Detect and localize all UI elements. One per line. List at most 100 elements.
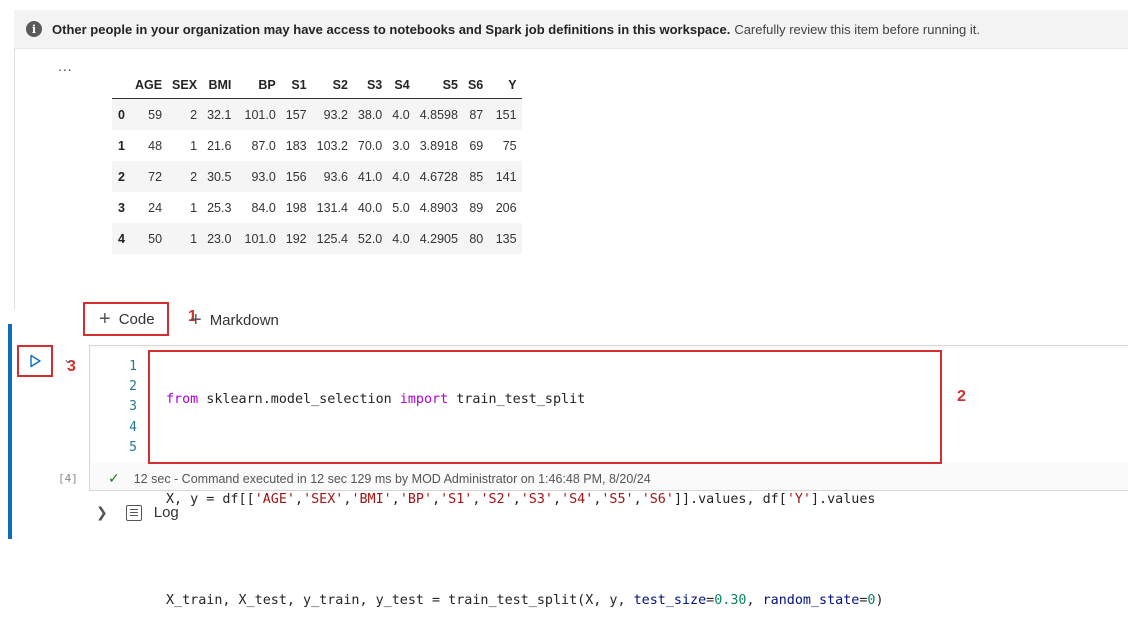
table-cell: 1 [190, 231, 198, 246]
plus-icon: + [190, 309, 202, 331]
table-cell: 3.8918 [419, 138, 458, 153]
code-line-3: X, y = df[['AGE','SEX','BMI','BP','S1','… [166, 492, 876, 508]
table-cell: 157 [285, 107, 307, 122]
log-toggle[interactable]: ❯ Log [96, 504, 179, 521]
table-cell: 30.5 [207, 169, 232, 184]
table-cell: 72 [148, 169, 163, 184]
table-cell: 4.2905 [419, 231, 458, 246]
table-cell: 70.0 [357, 138, 383, 153]
table-cell: 101.0 [244, 107, 276, 122]
table-cell: 4.0 [392, 107, 410, 122]
table-row: 0 59 2 32.1 101.0 157 93.2 38.0 4.0 4.85… [112, 98, 522, 130]
table-cell: 93.2 [323, 107, 348, 122]
banner-bold-text: Other people in your organization may ha… [52, 21, 731, 37]
active-cell-indicator [8, 324, 12, 539]
column-header: BMI [202, 72, 237, 99]
table-cell: 24 [148, 200, 163, 215]
table-cell: 4.0 [392, 231, 410, 246]
play-icon [30, 354, 41, 368]
table-cell: 93.0 [251, 169, 276, 184]
column-header: S4 [387, 72, 415, 99]
table-cell: 48 [148, 138, 163, 153]
code-highlight-box [148, 350, 942, 464]
info-banner: i Other people in your organization may … [14, 10, 1128, 49]
table-cell: 80 [469, 231, 484, 246]
row-index: 3 [118, 200, 125, 215]
column-header: S1 [280, 72, 312, 99]
table-cell: 3.0 [392, 138, 410, 153]
table-cell: 69 [469, 138, 484, 153]
table-cell: 206 [495, 200, 517, 215]
add-code-label: Code [118, 310, 155, 328]
table-cell: 135 [495, 231, 517, 246]
checkmark-icon: ✓ [108, 470, 120, 486]
table-cell: 2 [190, 107, 198, 122]
table-cell: 4.8598 [419, 107, 458, 122]
row-index: 0 [118, 107, 125, 122]
table-cell: 87.0 [251, 138, 276, 153]
table-cell: 125.4 [316, 231, 348, 246]
code-line-5: X_train, X_test, y_train, y_test = train… [166, 592, 884, 608]
table-cell: 89 [469, 200, 484, 215]
table-cell: 192 [285, 231, 307, 246]
table-cell: 4.6728 [419, 169, 458, 184]
table-cell: 84.0 [251, 200, 276, 215]
run-cell-button[interactable] [17, 345, 53, 377]
log-label: Log [153, 504, 179, 521]
table-cell: 52.0 [357, 231, 383, 246]
cell-status: ✓ 12 sec - Command executed in 12 sec 12… [108, 470, 651, 487]
table-cell: 23.0 [207, 231, 232, 246]
table-cell: 59 [148, 107, 163, 122]
line-number: 3 [129, 399, 137, 415]
dataframe-output-table: AGE SEX BMI BP S1 S2 S3 S4 S5 S6 Y 0 59 … [112, 72, 522, 254]
table-cell: 101.0 [244, 231, 276, 246]
log-icon [125, 504, 142, 521]
table-cell: 151 [495, 107, 517, 122]
add-markdown-label: Markdown [209, 311, 279, 329]
table-cell: 2 [190, 169, 198, 184]
info-icon: i [26, 21, 42, 37]
table-cell: 4.8903 [419, 200, 458, 215]
line-number: 4 [129, 419, 137, 435]
table-cell: 103.2 [316, 138, 348, 153]
column-header: S5 [414, 72, 463, 99]
table-cell: 41.0 [357, 169, 383, 184]
chevron-right-icon: ❯ [96, 504, 108, 520]
add-markdown-cell-button[interactable]: + Markdown [190, 310, 279, 330]
column-header: S6 [462, 72, 489, 99]
banner-rest-text: Carefully review this item before runnin… [734, 21, 980, 37]
table-row: 2 72 2 30.5 93.0 156 93.6 41.0 4.0 4.672… [112, 161, 522, 192]
table-cell: 183 [285, 138, 307, 153]
table-cell: 32.1 [207, 107, 232, 122]
table-cell: 40.0 [357, 200, 383, 215]
column-header: BP [236, 72, 281, 99]
output-ellipsis[interactable]: ... [58, 58, 73, 74]
column-header: S3 [352, 72, 388, 99]
table-cell: 131.4 [316, 200, 348, 215]
table-cell: 4.0 [392, 169, 410, 184]
table-cell: 85 [469, 169, 484, 184]
status-text: 12 sec - Command executed in 12 sec 129 … [133, 471, 651, 486]
line-number: 2 [129, 379, 137, 395]
line-number: 1 [129, 359, 137, 374]
column-header: Y [488, 72, 522, 99]
table-header-row: AGE SEX BMI BP S1 S2 S3 S4 S5 S6 Y [112, 72, 522, 99]
table-cell: 198 [285, 200, 307, 215]
chevron-down-icon[interactable]: ⌄ [63, 352, 73, 366]
row-index: 1 [118, 138, 125, 153]
row-index: 4 [118, 231, 125, 246]
table-cell: 21.6 [207, 138, 232, 153]
table-row: 1 48 1 21.6 87.0 183 103.2 70.0 3.0 3.89… [112, 130, 522, 161]
annotation-2: 2 [957, 388, 966, 405]
table-cell: 50 [148, 231, 163, 246]
line-number-gutter: 1 2 3 4 5 [91, 357, 137, 458]
table-cell: 5.0 [392, 200, 410, 215]
column-header: SEX [167, 72, 203, 99]
row-index: 2 [118, 169, 125, 184]
table-row: 4 50 1 23.0 101.0 192 125.4 52.0 4.0 4.2… [112, 223, 522, 254]
table-cell: 141 [495, 169, 517, 184]
table-cell: 87 [469, 107, 484, 122]
add-code-cell-button[interactable]: + Code [83, 302, 169, 336]
table-cell: 1 [190, 200, 198, 215]
table-row: 3 24 1 25.3 84.0 198 131.4 40.0 5.0 4.89… [112, 192, 522, 223]
